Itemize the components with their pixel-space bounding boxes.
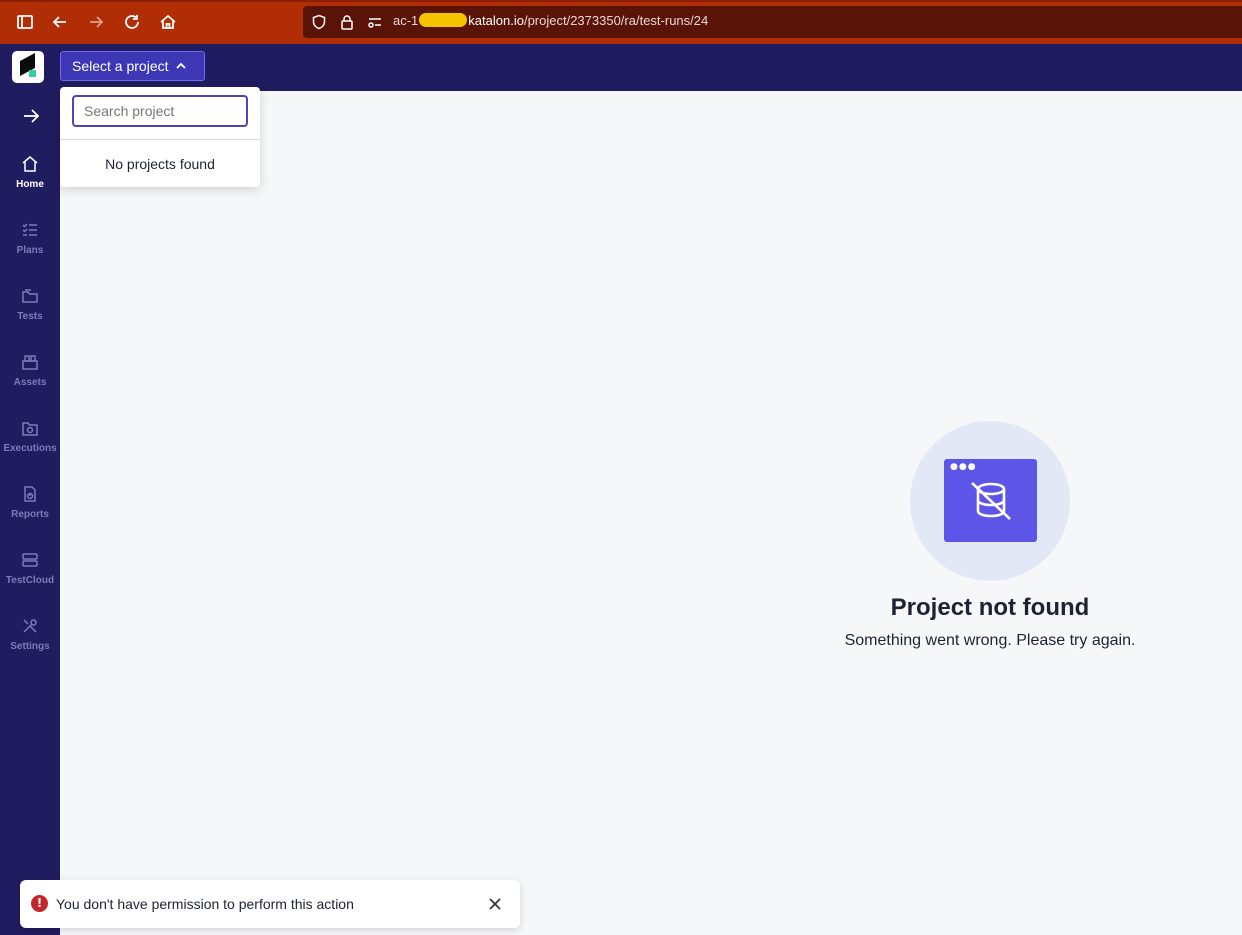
project-select-label: Select a project bbox=[72, 58, 169, 74]
report-icon bbox=[24, 486, 36, 502]
project-dropdown: No projects found bbox=[60, 87, 260, 187]
reload-icon[interactable] bbox=[121, 11, 143, 33]
back-icon[interactable] bbox=[49, 11, 71, 33]
chevron-up-icon bbox=[175, 62, 186, 69]
shield-icon[interactable] bbox=[311, 14, 327, 30]
sidebar-item-label: Plans bbox=[16, 245, 44, 256]
empty-state-illustration: ●●● bbox=[910, 421, 1070, 581]
assets-icon bbox=[22, 355, 38, 370]
sidebar-item-settings[interactable]: Settings bbox=[0, 617, 60, 677]
sidebar-item-label: Reports bbox=[11, 509, 49, 520]
sidebar-item-label: Settings bbox=[10, 641, 50, 652]
site-permissions-icon[interactable] bbox=[367, 14, 383, 30]
sidebar-item-label: Home bbox=[16, 179, 44, 190]
url-path: /project/2373350/ra/test-runs/24 bbox=[523, 13, 709, 28]
sidebar-item-label: TestCloud bbox=[5, 575, 55, 586]
sidebar-item-reports[interactable]: Reports bbox=[0, 485, 60, 545]
address-bar[interactable]: ac-1 katalon.io/project/2373350/ra/test-r… bbox=[303, 6, 1242, 38]
close-icon[interactable] bbox=[486, 895, 504, 913]
error-toast: ! You don't have permission to perform t… bbox=[20, 880, 520, 928]
empty-state-title: Project not found bbox=[890, 594, 1090, 621]
sidebar-item-label: Assets bbox=[13, 377, 47, 388]
project-select-button[interactable]: Select a project bbox=[60, 51, 205, 81]
database-off-icon: ●●● bbox=[944, 459, 1037, 542]
server-icon bbox=[22, 553, 38, 567]
browser-top-edge bbox=[0, 0, 1242, 2]
sidebar-item-tests[interactable]: Tests bbox=[0, 287, 60, 347]
redaction-mark bbox=[419, 13, 468, 27]
sidebar-item-assets[interactable]: Assets bbox=[0, 353, 60, 413]
folder-icon bbox=[22, 289, 38, 303]
tools-icon bbox=[23, 619, 37, 633]
url-text[interactable]: ac-1 katalon.io/project/2373350/ra/test-r… bbox=[393, 13, 708, 28]
logo-accent bbox=[29, 70, 36, 77]
url-prefix: ac-1 bbox=[393, 13, 419, 28]
expand-arrow-icon[interactable] bbox=[20, 105, 42, 127]
sidebar-item-plans[interactable]: Plans bbox=[0, 221, 60, 281]
lock-icon[interactable] bbox=[339, 14, 355, 30]
error-icon: ! bbox=[31, 895, 48, 912]
empty-state-message: Something went wrong. Please try again. bbox=[844, 632, 1136, 649]
home-icon bbox=[22, 156, 38, 172]
url-host: katalon.io bbox=[468, 13, 524, 28]
executions-icon bbox=[22, 422, 38, 436]
sidebar-toggle-icon[interactable] bbox=[14, 11, 36, 33]
window-dots-icon: ●●● bbox=[950, 462, 977, 472]
home-browser-icon[interactable] bbox=[157, 11, 179, 33]
sidebar-item-testcloud[interactable]: TestCloud bbox=[0, 551, 60, 611]
browser-toolbar: ac-1 katalon.io/project/2373350/ra/test-r… bbox=[0, 0, 1242, 44]
checklist-icon bbox=[22, 223, 37, 236]
no-projects-text: No projects found bbox=[105, 156, 215, 172]
divider bbox=[60, 139, 260, 140]
search-project-input[interactable] bbox=[72, 95, 248, 127]
sidebar-item-home[interactable]: Home bbox=[0, 155, 60, 215]
sidebar-item-label: Tests bbox=[17, 311, 43, 322]
forward-icon[interactable] bbox=[85, 11, 107, 33]
sidebar-item-executions[interactable]: Executions bbox=[0, 419, 60, 479]
toast-message: You don't have permission to perform thi… bbox=[56, 896, 354, 912]
sidebar-item-label: Executions bbox=[3, 443, 57, 454]
sidebar: Home Plans Tests Assets Executions Repor… bbox=[0, 91, 60, 935]
katalon-logo[interactable] bbox=[12, 51, 44, 83]
app-header: Select a project bbox=[0, 44, 1242, 91]
